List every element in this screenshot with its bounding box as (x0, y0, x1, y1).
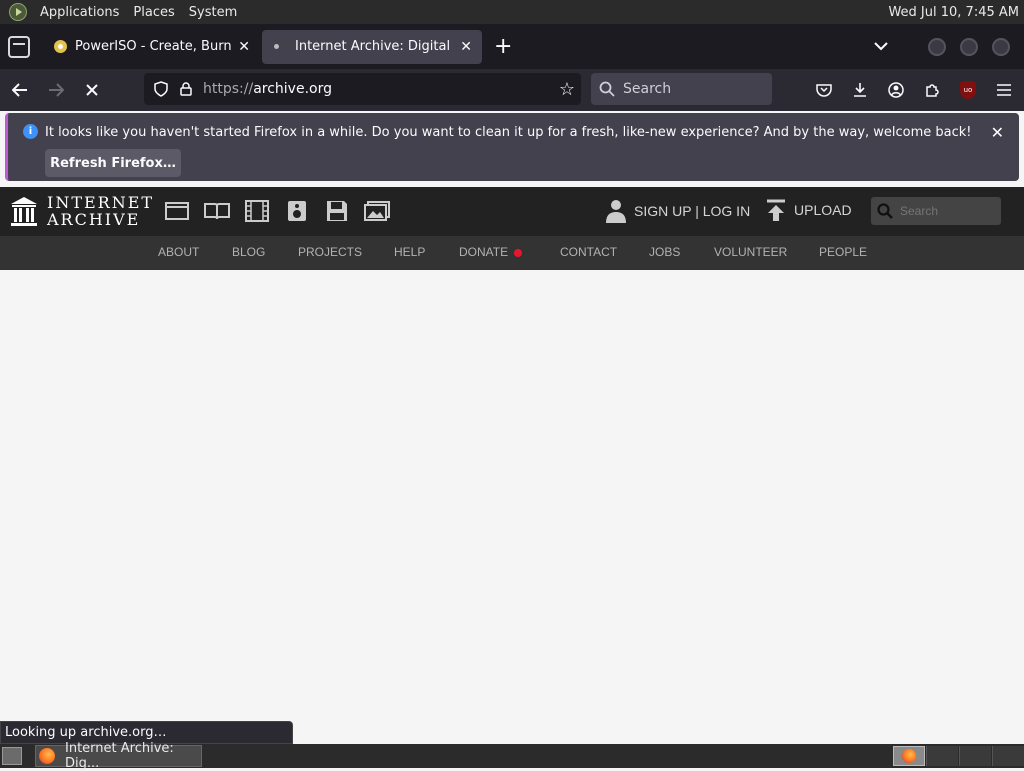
clock[interactable]: Wed Jul 10, 7:45 AM (888, 5, 1019, 20)
subnav-people[interactable]: PEOPLE (819, 245, 867, 259)
taskbar-window-title: Internet Archive: Dig... (65, 741, 174, 771)
media-type-icons (164, 199, 404, 223)
subnav-volunteer[interactable]: VOLUNTEER (714, 245, 787, 259)
hamburger-menu-icon[interactable] (986, 74, 1022, 106)
tab-title: PowerISO - Create, Burn, M (75, 39, 233, 54)
firefox-view-icon[interactable] (8, 35, 30, 58)
search-input[interactable]: Search (591, 73, 772, 105)
system-menu[interactable]: System (182, 5, 244, 20)
subnav-blog[interactable]: BLOG (232, 245, 265, 259)
tab-strip: PowerISO - Create, Burn, M ✕ Internet Ar… (0, 24, 1024, 69)
url-text[interactable]: https://archive.org (203, 81, 332, 97)
ia-header: INTERNET ARCHIVE SIGN UP | LOG IN UPLOAD (0, 187, 1024, 236)
donate-label: DONATE (459, 245, 509, 259)
shield-icon[interactable] (153, 81, 169, 97)
loading-dot-icon (274, 44, 279, 49)
firefox-icon (39, 748, 55, 764)
new-tab-icon[interactable]: + (494, 34, 512, 59)
upload-link[interactable]: UPLOAD (766, 199, 852, 221)
search-icon (877, 203, 893, 219)
signup-login-link[interactable]: SIGN UP | LOG IN (606, 199, 750, 223)
firefox-icon (902, 749, 916, 763)
subnav-donate[interactable]: DONATE (459, 245, 523, 259)
ublock-origin-icon[interactable]: uo (950, 74, 986, 106)
top-panel: Applications Places System Wed Jul 10, 7… (0, 0, 1024, 24)
software-icon[interactable] (324, 199, 350, 223)
tab-poweriso[interactable]: PowerISO - Create, Burn, M ✕ (44, 30, 260, 64)
signup-login-text: SIGN UP | LOG IN (634, 203, 751, 219)
bookmark-star-icon[interactable]: ☆ (559, 79, 575, 100)
ia-wordmark[interactable]: INTERNET ARCHIVE (47, 194, 154, 228)
texts-icon[interactable] (204, 199, 230, 223)
maximize-button[interactable] (960, 37, 978, 56)
forward-arrow-icon[interactable] (40, 74, 72, 106)
chevron-down-icon[interactable] (874, 39, 888, 55)
places-menu[interactable]: Places (126, 5, 181, 20)
workspace-1[interactable] (893, 746, 925, 766)
upload-arrow-icon (767, 199, 785, 221)
search-placeholder: Search (623, 81, 672, 97)
notification-message: It looks like you haven't started Firefo… (45, 125, 972, 140)
pocket-icon[interactable] (806, 74, 842, 106)
ia-search-box[interactable] (871, 197, 1001, 225)
bottom-panel: Internet Archive: Dig... (0, 741, 1024, 771)
subnav-help[interactable]: HELP (394, 245, 425, 259)
taskbar-window-button[interactable]: Internet Archive: Dig... (35, 741, 202, 771)
applications-menu[interactable]: Applications (33, 5, 126, 20)
back-arrow-icon[interactable] (4, 74, 36, 106)
images-icon[interactable] (364, 199, 390, 223)
workspace-3[interactable] (959, 746, 991, 766)
close-window-button[interactable] (992, 37, 1010, 56)
navigation-toolbar: https://archive.org ☆ Search uo (0, 69, 1024, 111)
account-icon[interactable] (878, 74, 914, 106)
lock-icon[interactable] (179, 82, 193, 96)
info-icon: i (23, 124, 38, 139)
person-icon (606, 200, 626, 223)
close-icon[interactable]: ✕ (991, 123, 1004, 142)
url-bar[interactable]: https://archive.org ☆ (144, 73, 581, 105)
minimize-button[interactable] (928, 37, 946, 56)
search-icon (599, 81, 615, 97)
subnav-jobs[interactable]: JOBS (649, 245, 680, 259)
extensions-icon[interactable] (914, 74, 950, 106)
workspace-2[interactable] (926, 746, 958, 766)
subnav-projects[interactable]: PROJECTS (298, 245, 362, 259)
show-desktop-icon[interactable] (2, 747, 22, 765)
refresh-firefox-notification: i It looks like you haven't started Fire… (5, 113, 1019, 181)
subnav-contact[interactable]: CONTACT (560, 245, 617, 259)
donate-heart-icon (514, 248, 523, 257)
upload-text: UPLOAD (794, 202, 852, 218)
tab-internet-archive[interactable]: Internet Archive: Digital Libr ✕ (262, 29, 482, 64)
wordmark-line-2: ARCHIVE (47, 210, 141, 229)
tab-title: Internet Archive: Digital Libr (295, 39, 454, 54)
video-icon[interactable] (244, 199, 270, 223)
audio-icon[interactable] (284, 199, 310, 223)
close-icon[interactable]: ✕ (238, 39, 250, 55)
page-content-loading (0, 270, 1024, 744)
web-icon[interactable] (164, 199, 190, 223)
ia-search-input[interactable] (900, 204, 990, 218)
close-icon[interactable]: ✕ (460, 39, 472, 55)
poweriso-favicon-icon (54, 40, 67, 53)
wordmark-line-1: INTERNET (47, 193, 155, 212)
gnome-logo-icon[interactable] (9, 3, 27, 21)
refresh-firefox-button[interactable]: Refresh Firefox… (45, 149, 181, 177)
archive-building-icon[interactable] (10, 195, 38, 227)
workspace-4[interactable] (992, 746, 1024, 766)
toolbar-icons: uo (806, 74, 1022, 106)
subnav-about[interactable]: ABOUT (158, 245, 199, 259)
stop-loading-icon[interactable] (76, 74, 108, 106)
ia-subnav: ABOUT BLOG PROJECTS HELP DONATE CONTACT … (0, 236, 1024, 270)
downloads-icon[interactable] (842, 74, 878, 106)
